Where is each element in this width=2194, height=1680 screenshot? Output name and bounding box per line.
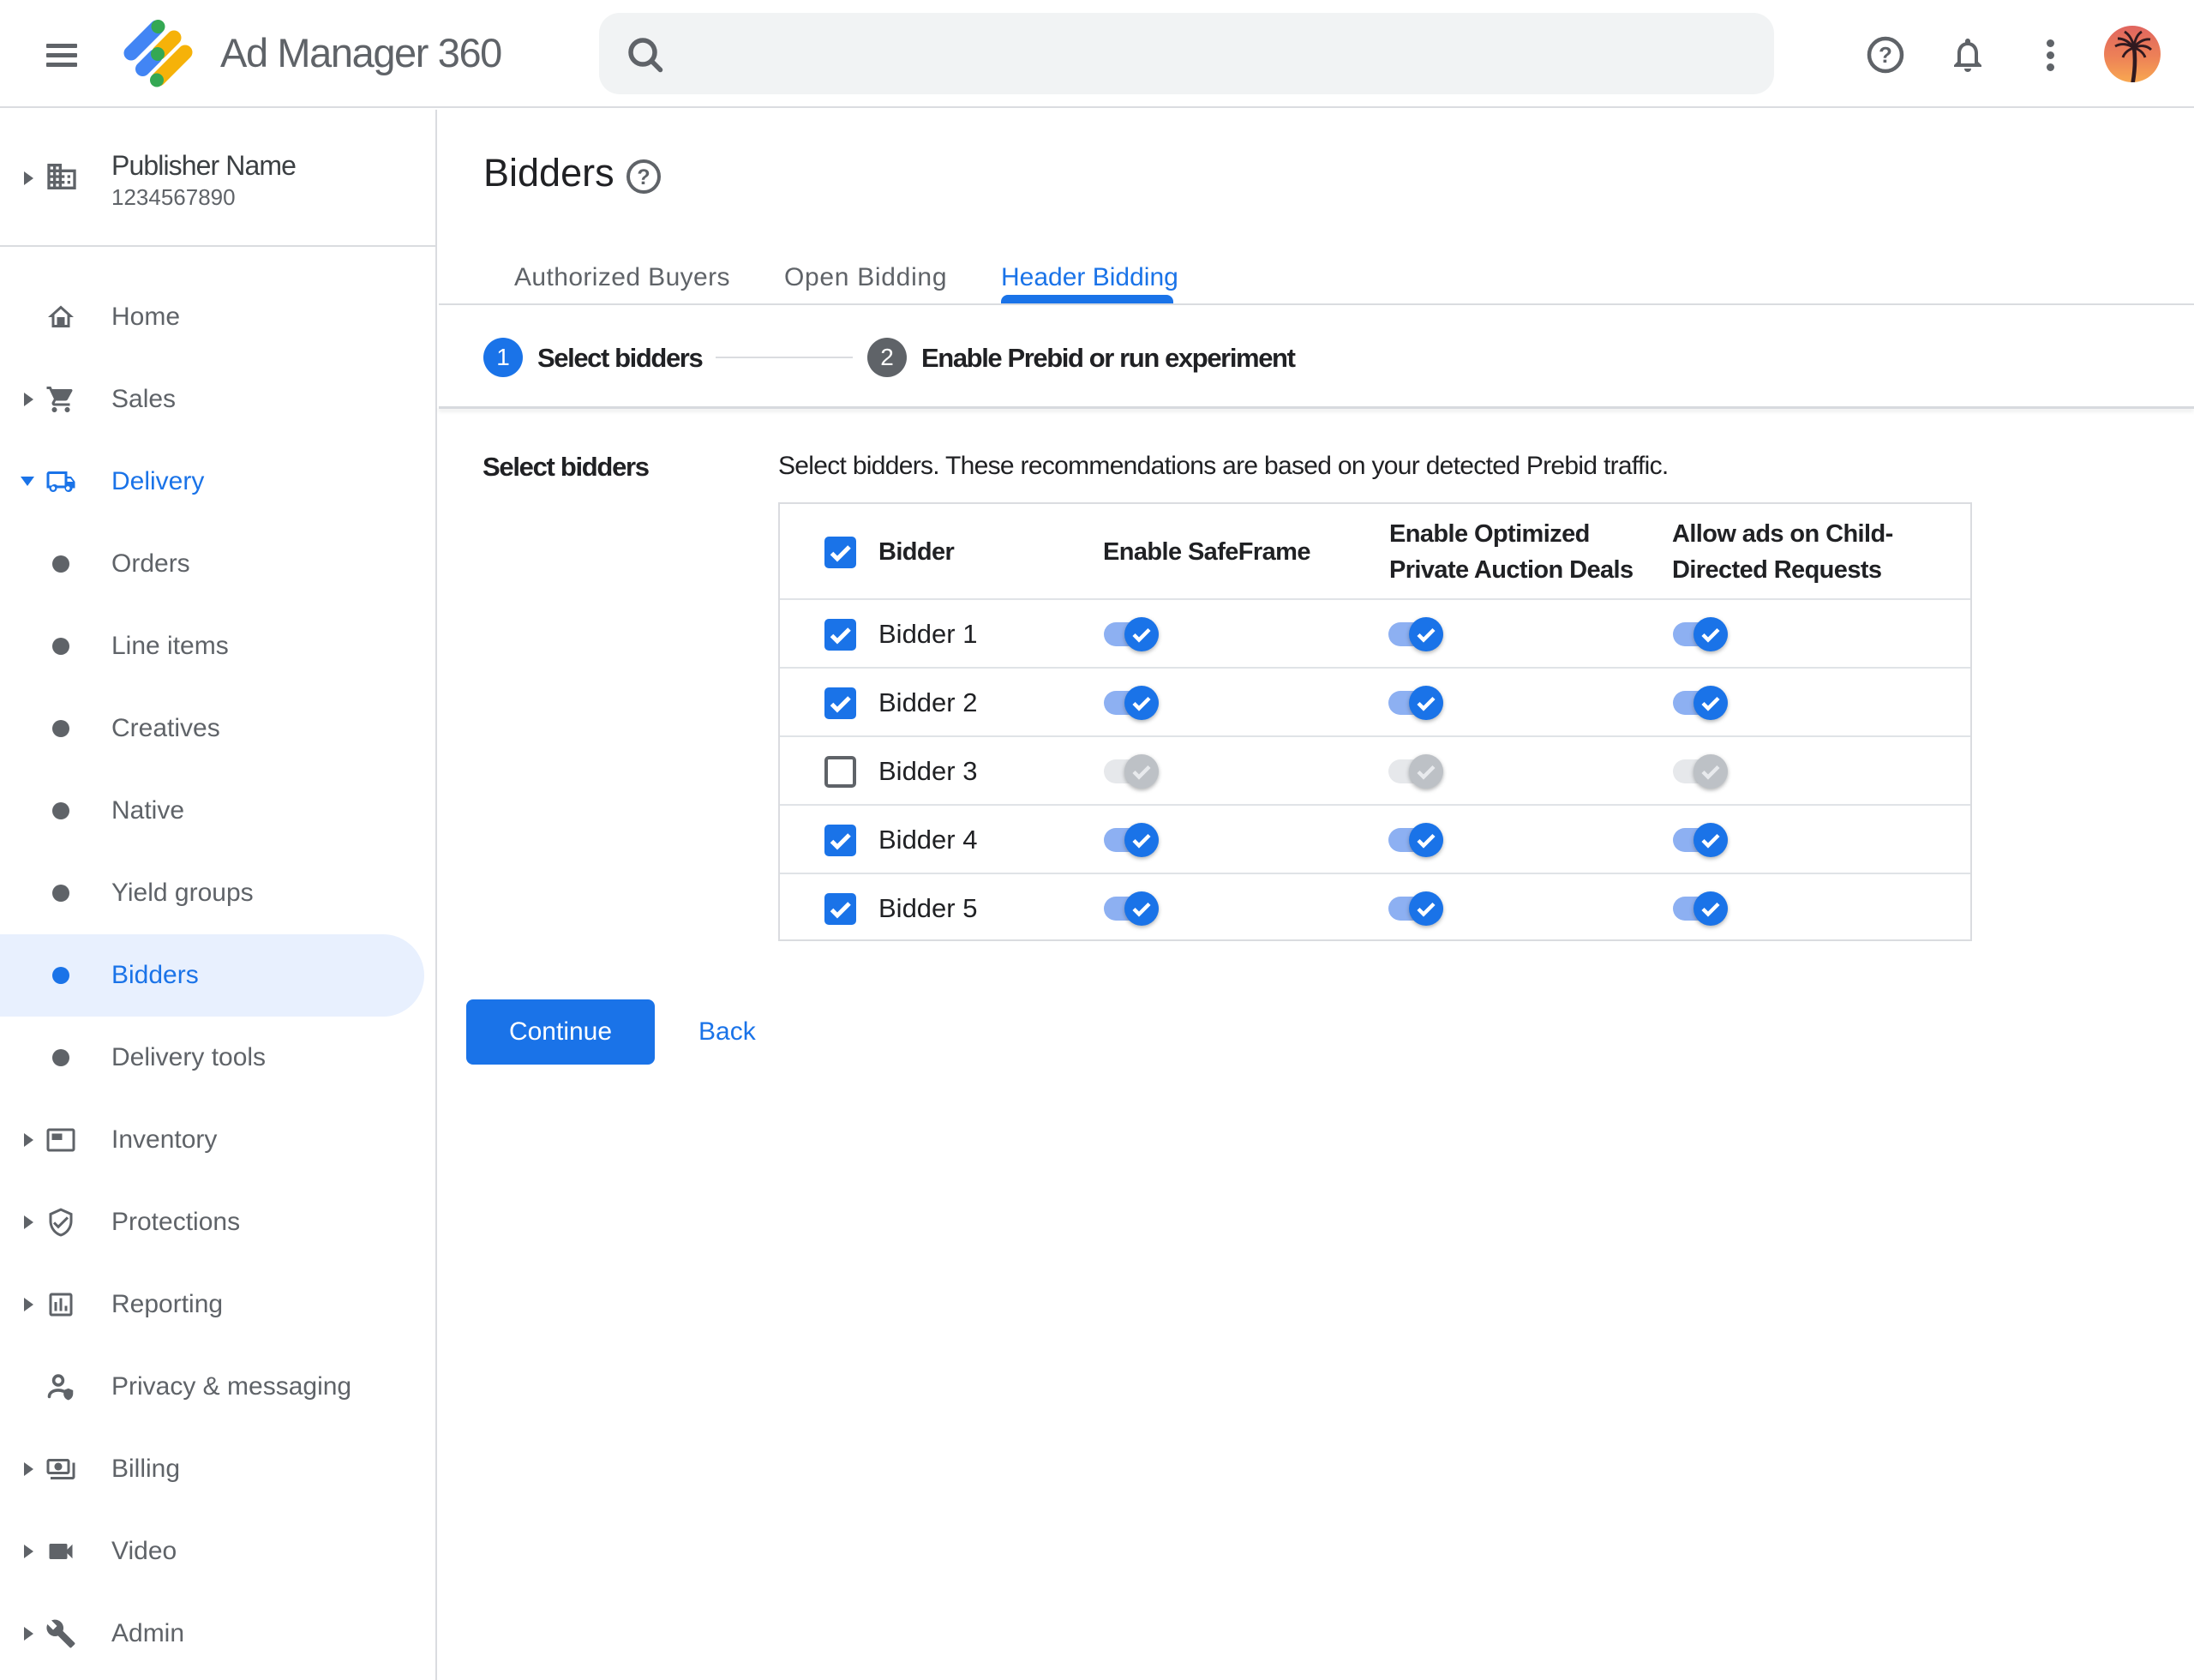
svg-text:?: ? bbox=[637, 165, 650, 189]
svg-text:?: ? bbox=[1879, 42, 1892, 68]
